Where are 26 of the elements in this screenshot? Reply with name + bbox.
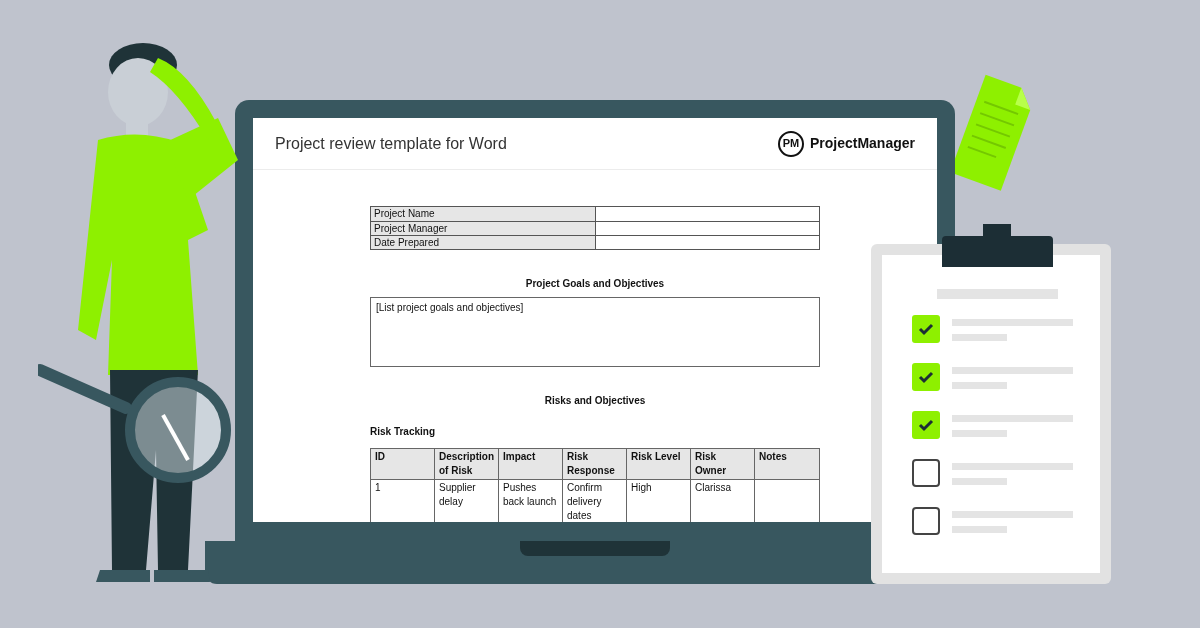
table-cell: High: [627, 480, 691, 522]
checkmark-icon: [918, 370, 934, 384]
checkmark-icon: [918, 322, 934, 336]
subsection-heading: Risk Tracking: [370, 426, 436, 437]
field-label: Project Name: [371, 207, 596, 221]
column-header: Risk Response: [563, 449, 627, 479]
column-header: ID: [371, 449, 435, 479]
checkmark-icon: [918, 418, 934, 432]
section-heading: Risks and Objectives: [544, 394, 646, 408]
field-label: Project Manager: [371, 222, 596, 235]
table-cell: 1: [371, 480, 435, 522]
table-cell: Supplier delay: [435, 480, 499, 522]
document-title: Project review template for Word: [275, 133, 507, 154]
table-cell: Pushes back launch: [499, 480, 563, 522]
table-cell: Confirm delivery dates: [563, 480, 627, 522]
table-cell: Clarissa: [691, 480, 755, 522]
column-header: Risk Owner: [691, 449, 755, 479]
column-header: Notes: [758, 450, 788, 464]
column-header: Risk Level: [627, 449, 691, 479]
brand-name: ProjectManager: [809, 134, 915, 153]
column-header: Description of Risk: [435, 449, 499, 479]
section-heading: Project Goals and Objectives: [525, 277, 665, 291]
field-label: Date Prepared: [371, 236, 596, 249]
column-header: Impact: [499, 449, 563, 479]
goals-text-box[interactable]: [List project goals and objectives]: [370, 297, 820, 367]
brand-logo-icon: PM: [777, 130, 804, 157]
